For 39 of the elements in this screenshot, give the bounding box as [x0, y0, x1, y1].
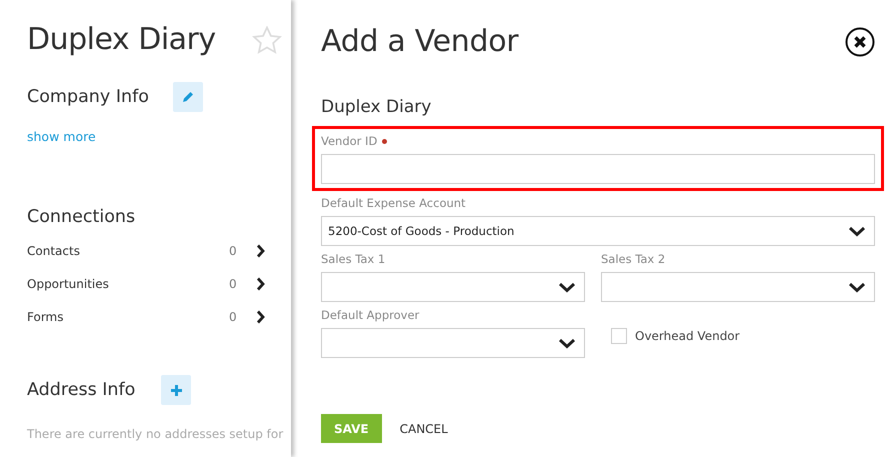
dropdown-field[interactable] — [601, 272, 875, 302]
chevron-down-icon — [558, 338, 576, 348]
dialog-title: Add a Vendor — [321, 24, 518, 59]
section-heading: Address Info — [27, 380, 136, 400]
vendor-name: Duplex Diary — [321, 97, 432, 117]
section-heading: Company Info — [27, 87, 150, 107]
cancel-button[interactable]: CANCEL — [400, 414, 448, 443]
chevron-right-icon[interactable] — [256, 244, 265, 258]
dropdown-field[interactable] — [321, 272, 585, 302]
chevron-right-icon[interactable] — [256, 310, 265, 324]
vendor-id-field[interactable] — [321, 154, 875, 184]
checkbox[interactable] — [611, 328, 627, 344]
connection-label[interactable]: Opportunities — [27, 276, 229, 290]
empty-note: There are currently no addresses setup for — [27, 427, 284, 441]
dropdown-field[interactable] — [321, 328, 585, 358]
connection-count: 0 — [229, 276, 238, 290]
close-icon[interactable] — [845, 26, 875, 56]
chevron-down-icon — [848, 282, 866, 292]
chevron-right-icon[interactable] — [256, 276, 265, 290]
chevron-down-icon — [848, 226, 866, 236]
section-heading: Connections — [27, 207, 136, 227]
field-label: Vendor ID — [321, 134, 378, 148]
field-label: Sales Tax 1 — [321, 252, 386, 266]
pencil-icon — [182, 91, 194, 103]
connection-count: 0 — [229, 310, 238, 324]
connection-label[interactable]: Contacts — [27, 244, 229, 258]
checkbox-label: Overhead Vendor — [635, 329, 740, 343]
add-button[interactable] — [161, 375, 191, 405]
dropdown-field[interactable]: 5200-Cost of Goods - Production — [321, 216, 875, 246]
field-label: Sales Tax 2 — [601, 252, 666, 266]
edit-button[interactable] — [173, 82, 203, 112]
connection-label[interactable]: Forms — [27, 310, 229, 324]
connection-count: 0 — [229, 244, 238, 258]
star-icon[interactable] — [252, 26, 282, 54]
plus-icon — [170, 384, 182, 396]
field-label: Default Expense Account — [321, 196, 466, 210]
chevron-down-icon — [558, 282, 576, 292]
company-title: Duplex Diary — [27, 22, 216, 57]
field-label: Default Approver — [321, 308, 420, 322]
